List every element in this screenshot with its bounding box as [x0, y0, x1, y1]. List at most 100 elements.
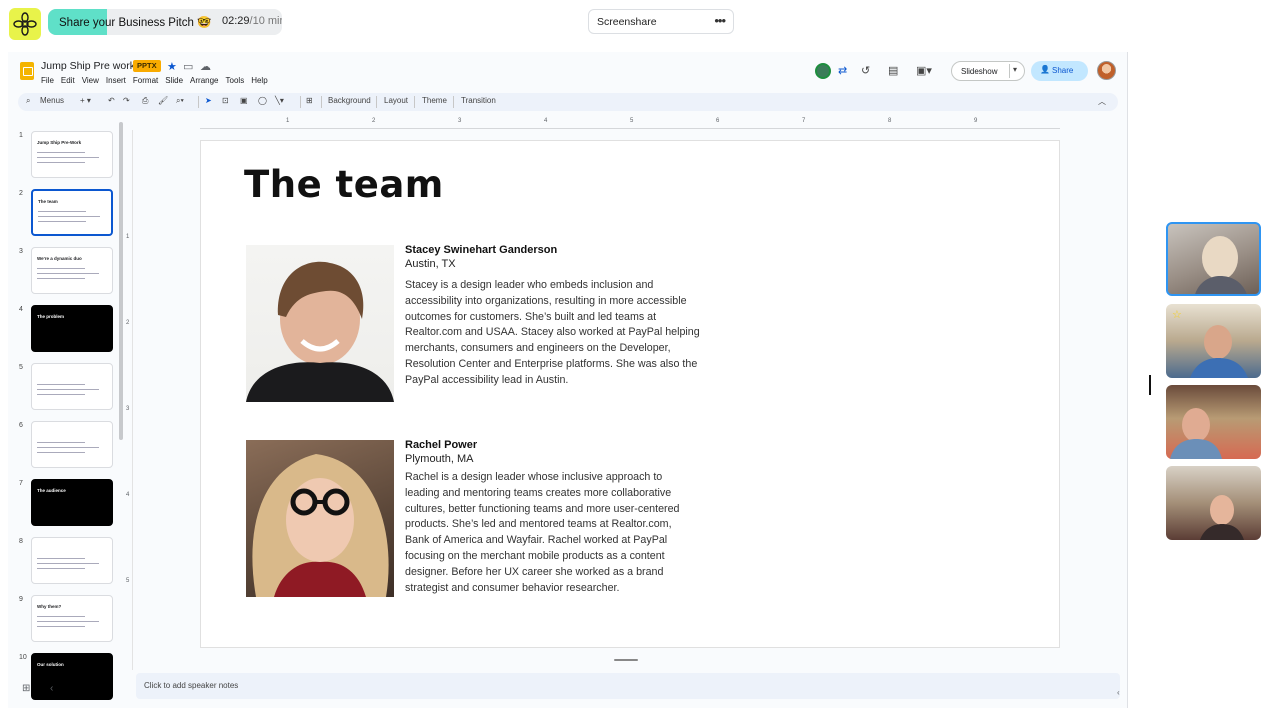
person-bio[interactable]: Stacey is a design leader who embeds inc…: [405, 278, 705, 389]
person-name[interactable]: Rachel Power: [405, 439, 477, 451]
slide-number: 8: [19, 538, 23, 545]
participant-video-tile[interactable]: [1166, 466, 1261, 540]
menu-insert[interactable]: Insert: [106, 76, 126, 85]
thumbnail-text-line: [37, 452, 85, 453]
collapse-panel-icon[interactable]: ‹: [50, 683, 53, 694]
new-slide-icon[interactable]: + ▾: [80, 96, 91, 105]
thumbnail-text-line: [37, 621, 99, 622]
timer-elapsed: 02:29: [222, 15, 250, 27]
menu-view[interactable]: View: [82, 76, 99, 85]
participant-video-tile[interactable]: [1166, 222, 1261, 296]
slide-number: 4: [19, 306, 23, 313]
stacey-photo[interactable]: [246, 245, 394, 402]
slide-thumbnail[interactable]: We're a dynamic duo: [31, 247, 113, 294]
frame-select-icon[interactable]: ⊡: [222, 96, 229, 105]
grid-view-icon[interactable]: ⊞: [22, 683, 30, 694]
slide-thumbnail[interactable]: [31, 363, 113, 410]
add-comment-icon[interactable]: ⊞: [306, 96, 313, 105]
slides-doc-icon[interactable]: [20, 62, 34, 80]
toolbar-divider: [198, 96, 199, 108]
thumbnail-title: Jump Ship Pre-Work: [37, 140, 82, 145]
slideshow-divider: [1009, 64, 1010, 78]
comments-icon[interactable]: ▤: [888, 64, 898, 77]
thumbnail-text-line: [38, 211, 86, 212]
slide-thumbnail[interactable]: The team: [31, 189, 113, 236]
shape-icon[interactable]: ◯: [258, 96, 267, 105]
menu-bar: File Edit View Insert Format Slide Arran…: [41, 76, 268, 85]
toolbar-divider: [321, 96, 322, 108]
version-history-icon[interactable]: ↺: [861, 64, 870, 77]
ruler-label: 1: [126, 234, 130, 240]
file-type-badge: PPTX: [133, 60, 161, 72]
slide-thumbnail[interactable]: Why them?: [31, 595, 113, 642]
collaborator-avatar[interactable]: [815, 63, 831, 79]
menu-arrange[interactable]: Arrange: [190, 76, 218, 85]
zoom-icon[interactable]: ⌕▾: [176, 96, 184, 106]
screenshare-panel[interactable]: Screenshare •••: [588, 9, 734, 34]
speaker-notes[interactable]: Click to add speaker notes: [136, 673, 1120, 699]
menu-edit[interactable]: Edit: [61, 76, 75, 85]
search-icon[interactable]: ⌕: [26, 96, 30, 106]
ruler-label: 2: [126, 320, 130, 326]
print-icon[interactable]: ⎙: [142, 96, 148, 106]
person-bio[interactable]: Rachel is a design leader whose inclusiv…: [405, 470, 695, 596]
vertical-ruler[interactable]: 1 2 3 4 5: [124, 130, 133, 670]
chevron-down-icon[interactable]: ▾: [1013, 65, 1017, 74]
redo-icon[interactable]: ↷: [123, 96, 130, 105]
person-location[interactable]: Plymouth, MA: [405, 453, 473, 465]
slide-thumbnail[interactable]: [31, 421, 113, 468]
theme-button[interactable]: Theme: [422, 96, 447, 105]
account-avatar[interactable]: [1097, 61, 1116, 80]
person-location[interactable]: Austin, TX: [405, 258, 456, 270]
paint-format-icon[interactable]: 🖌: [158, 96, 168, 105]
comment-presence-icon[interactable]: ⇄: [838, 64, 847, 77]
star-icon[interactable]: ★: [167, 60, 177, 73]
filmstrip-scrollbar[interactable]: [119, 122, 123, 440]
thumbnail-text-line: [37, 568, 85, 569]
person-portrait-icon: [246, 261, 394, 402]
layout-button[interactable]: Layout: [384, 96, 408, 105]
share-label: Share: [1052, 66, 1074, 75]
image-icon[interactable]: ▣: [240, 96, 248, 105]
move-folder-icon[interactable]: ▭: [183, 60, 193, 73]
participant-video-tile[interactable]: [1166, 385, 1261, 459]
slide-thumbnail[interactable]: The audience: [31, 479, 113, 526]
slide-thumbnail[interactable]: Our solution: [31, 653, 113, 700]
ruler-label: 3: [126, 406, 130, 412]
person-name[interactable]: Stacey Swinehart Ganderson: [405, 244, 557, 256]
person-portrait-icon: [252, 454, 389, 597]
transition-button[interactable]: Transition: [461, 96, 496, 105]
slide-thumbnail[interactable]: [31, 537, 113, 584]
select-cursor-icon[interactable]: ➤: [205, 96, 212, 105]
menu-tools[interactable]: Tools: [226, 76, 245, 85]
slide-thumbnail[interactable]: The problem: [31, 305, 113, 352]
background-button[interactable]: Background: [328, 96, 371, 105]
thumbnail-text-line: [38, 221, 86, 222]
menu-file[interactable]: File: [41, 76, 54, 85]
side-panel-icon[interactable]: ‹: [1117, 688, 1120, 697]
people-icon: 👤: [1040, 65, 1050, 74]
chevron-up-icon[interactable]: ︿: [1098, 96, 1106, 107]
ruler-label: 7: [802, 118, 806, 124]
document-title[interactable]: Jump Ship Pre work: [41, 60, 135, 72]
slide-thumbnail[interactable]: Jump Ship Pre-Work: [31, 131, 113, 178]
menu-format[interactable]: Format: [133, 76, 158, 85]
horizontal-ruler[interactable]: 1 2 3 4 5 6 7 8 9: [200, 118, 1060, 129]
menu-slide[interactable]: Slide: [165, 76, 183, 85]
notes-resize-handle[interactable]: [614, 659, 638, 661]
menu-help[interactable]: Help: [251, 76, 267, 85]
meet-video-icon[interactable]: ▣▾: [916, 64, 932, 77]
participant-video-tile[interactable]: ☆: [1166, 304, 1261, 378]
slide-title[interactable]: The team: [244, 163, 444, 206]
menus-search[interactable]: Menus: [40, 96, 64, 105]
app-logo[interactable]: [9, 8, 41, 40]
cloud-saved-icon[interactable]: ☁: [200, 60, 211, 73]
share-button[interactable]: 👤 Share: [1031, 61, 1088, 81]
undo-icon[interactable]: ↶: [108, 96, 115, 105]
ruler-label: 9: [974, 118, 978, 124]
line-icon[interactable]: ╲▾: [275, 96, 284, 105]
more-horizontal-icon[interactable]: •••: [714, 13, 726, 28]
slideshow-button[interactable]: Slideshow ▾: [951, 61, 1025, 81]
thumbnail-text-line: [37, 626, 85, 627]
rachel-photo[interactable]: [246, 440, 394, 597]
